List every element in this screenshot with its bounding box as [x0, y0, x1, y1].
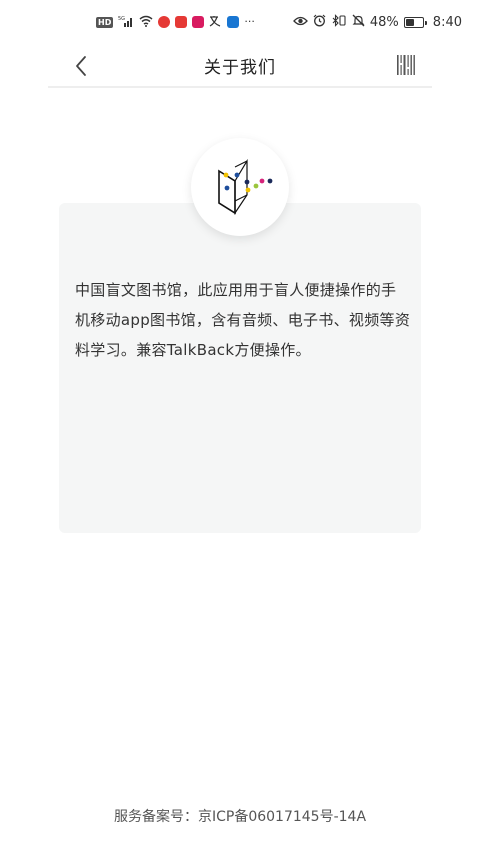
- page-title: 关于我们: [204, 57, 276, 78]
- eye-icon: [293, 16, 308, 29]
- icp-record-text: 服务备案号：京ICP备06017145号-14A: [113, 809, 367, 825]
- signal-icon: 5G: [118, 15, 134, 30]
- bluetooth-vibrate-icon: [331, 14, 347, 30]
- screen: HD 5G ··· 48% 8:40 关于我们 中国盲文图书馆，此应用用于盲人便…: [0, 0, 480, 853]
- more-notifications-icon: ···: [244, 15, 255, 28]
- chevron-left-icon: [76, 56, 86, 76]
- wifi-icon: [139, 15, 153, 30]
- battery-percent: 48%: [369, 14, 399, 30]
- svg-text:5G: 5G: [118, 16, 125, 22]
- translate-icon: [209, 15, 222, 30]
- status-left: HD 5G ···: [96, 15, 255, 30]
- clock: 8:40: [432, 14, 462, 30]
- about-card: 中国盲文图书馆，此应用用于盲人便捷操作的手机移动app图书馆，含有音频、电子书、…: [59, 203, 421, 533]
- status-bar: HD 5G ··· 48% 8:40: [0, 0, 480, 44]
- top-navigation-bar: 关于我们: [48, 44, 432, 88]
- hd-icon: HD: [96, 16, 114, 28]
- barcode-button[interactable]: [394, 52, 418, 78]
- app-notification-icon: [158, 16, 171, 28]
- shopping-app-icon: [175, 16, 188, 28]
- battery-level: [405, 18, 414, 26]
- status-right: 48% 8:40: [293, 14, 462, 30]
- library-logo: [191, 138, 289, 236]
- mute-icon: [352, 14, 365, 30]
- book-logo-icon: [218, 158, 273, 215]
- app-store-icon: [227, 16, 240, 28]
- alarm-icon: [313, 14, 326, 30]
- about-description: 中国盲文图书馆，此应用用于盲人便捷操作的手机移动app图书馆，含有音频、电子书、…: [75, 281, 411, 359]
- barcode-icon: [397, 55, 415, 75]
- battery-icon: [403, 16, 427, 28]
- back-button[interactable]: [66, 51, 96, 81]
- video-app-icon: [192, 16, 205, 28]
